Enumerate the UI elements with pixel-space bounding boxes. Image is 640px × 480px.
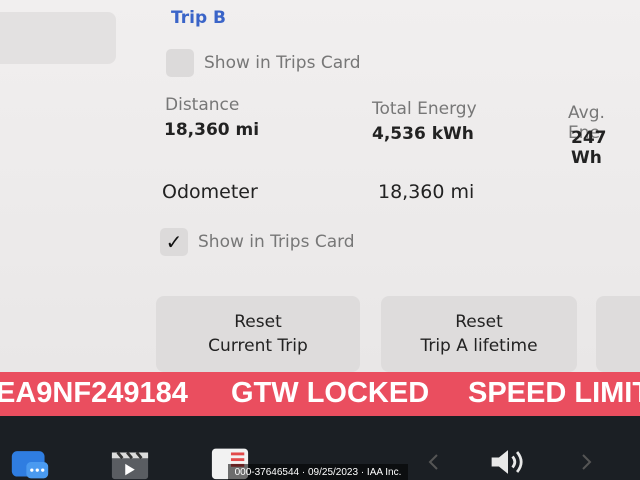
reset-trip-a-lifetime-button[interactable]: Reset Trip A lifetime — [381, 296, 577, 372]
watermark: 000-37646544 · 09/25/2023 · IAA Inc. — [228, 464, 408, 480]
avg-energy-value: 247 Wh — [571, 128, 607, 168]
odometer-value: 18,360 mi — [378, 181, 475, 203]
reset-button-line1: Reset — [455, 312, 503, 332]
odometer-show-in-trips-card[interactable]: ✓ Show in Trips Card — [160, 228, 355, 256]
chevron-left-icon[interactable] — [418, 444, 448, 480]
chevron-right-icon[interactable] — [572, 444, 602, 480]
reset-button-line1: Reset — [234, 312, 282, 332]
reset-button-line2: Trip A lifetime — [420, 336, 538, 356]
distance-label: Distance — [165, 95, 240, 115]
odometer-label: Odometer — [162, 181, 258, 203]
trip-b-show-in-trips-card[interactable]: Show in Trips Card — [166, 49, 361, 77]
vin-text: EA9NF249184 — [0, 377, 188, 409]
total-energy-label: Total Energy — [372, 99, 477, 119]
alert-banner: EA9NF249184 GTW LOCKED SPEED LIMIT — [0, 372, 640, 416]
unchecked-checkbox-icon[interactable] — [166, 49, 194, 77]
volume-icon[interactable] — [488, 444, 528, 480]
checkmark-icon[interactable]: ✓ — [160, 228, 188, 256]
show-in-trips-card-label: Show in Trips Card — [204, 53, 361, 73]
distance-value: 18,360 mi — [164, 120, 260, 140]
video-icon[interactable] — [110, 444, 150, 480]
speed-limit-text: SPEED LIMIT — [468, 377, 640, 409]
chat-icon[interactable] — [10, 444, 50, 480]
show-in-trips-card-label: Show in Trips Card — [198, 232, 355, 252]
reset-third-button[interactable] — [596, 296, 640, 372]
total-energy-value: 4,536 kWh — [372, 124, 474, 144]
trips-screen: Trip B Show in Trips Card Distance 18,36… — [0, 0, 640, 480]
gtw-locked-text: GTW LOCKED — [231, 377, 430, 409]
reset-current-trip-button[interactable]: Reset Current Trip — [156, 296, 360, 372]
trip-title: Trip B — [171, 8, 226, 28]
reset-button-line2: Current Trip — [208, 336, 308, 356]
left-panel-card[interactable] — [0, 12, 116, 64]
